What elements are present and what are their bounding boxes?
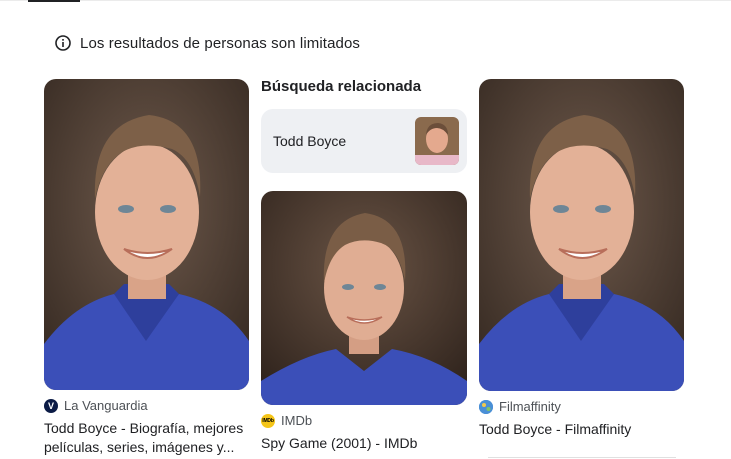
result-source[interactable]: V La Vanguardia [44, 398, 250, 413]
info-icon [54, 34, 72, 52]
notice-text: Los resultados de personas son limitados [80, 34, 360, 52]
result-source[interactable]: Filmaffinity [479, 399, 685, 414]
people-results-notice: Los resultados de personas son limitados [54, 33, 360, 53]
result-title[interactable]: Spy Game (2001) - IMDb [261, 434, 467, 453]
result-title[interactable]: Todd Boyce - Biografía, mejores película… [44, 419, 250, 457]
source-name: Filmaffinity [499, 399, 561, 414]
related-search-chip[interactable]: Todd Boyce [261, 109, 467, 173]
result-source[interactable]: IMDb IMDb [261, 413, 467, 428]
bottom-divider [488, 457, 676, 458]
filmaffinity-favicon-icon [479, 399, 493, 414]
result-image[interactable] [44, 79, 249, 390]
related-search-section: Búsqueda relacionada Todd Boyce [261, 78, 467, 173]
image-result-card[interactable]: V La Vanguardia Todd Boyce - Biografía, … [44, 79, 250, 457]
active-tab-indicator [28, 0, 80, 2]
image-result-card[interactable]: IMDb IMDb Spy Game (2001) - IMDb [261, 191, 467, 453]
result-image[interactable] [261, 191, 467, 405]
related-chip-thumbnail [415, 117, 459, 165]
source-name: La Vanguardia [64, 398, 148, 413]
la-vanguardia-favicon-icon: V [44, 398, 58, 413]
result-title[interactable]: Todd Boyce - Filmaffinity [479, 420, 685, 439]
related-search-heading: Búsqueda relacionada [261, 78, 422, 95]
imdb-favicon-icon: IMDb [261, 413, 275, 428]
related-chip-label: Todd Boyce [273, 133, 347, 149]
source-name: IMDb [281, 413, 313, 428]
result-image[interactable] [479, 79, 684, 391]
top-divider [0, 0, 731, 1]
image-result-card[interactable]: Filmaffinity Todd Boyce - Filmaffinity [479, 79, 685, 439]
